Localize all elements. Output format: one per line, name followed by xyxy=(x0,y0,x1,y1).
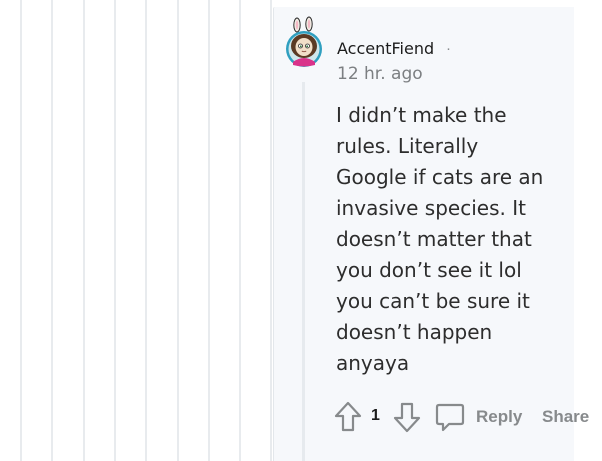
thread-indent-line[interactable] xyxy=(270,0,272,461)
downvote-arrow-icon[interactable] xyxy=(392,400,422,434)
comment-body-line: you can’t be sure it xyxy=(336,289,530,313)
comment-body-line: doesn’t happen xyxy=(336,320,493,344)
comment-body-line: anyaya xyxy=(336,351,410,375)
thread-indent-line[interactable] xyxy=(114,0,116,461)
avatar-icon[interactable] xyxy=(284,16,324,70)
comment-body-line: Google if cats are an xyxy=(336,165,544,189)
thread-indent-line[interactable] xyxy=(20,0,22,461)
comment-body-line: I didn’t make the xyxy=(336,103,507,127)
thread-indent-line[interactable] xyxy=(239,0,241,461)
thread-indent-line[interactable] xyxy=(51,0,53,461)
comment-timestamp[interactable]: 12 hr. ago xyxy=(337,64,423,84)
comment-body: I didn’t make the rules. Literally Googl… xyxy=(336,100,556,379)
comment-body-line: invasive species. It xyxy=(336,196,526,220)
comment-thread-page: AccentFiend · 12 hr. ago I didn’t make t… xyxy=(0,0,602,461)
thread-indent-line[interactable] xyxy=(145,0,147,461)
thread-indent-line[interactable] xyxy=(83,0,85,461)
reply-button[interactable]: Reply xyxy=(476,407,522,427)
thread-indent-line[interactable] xyxy=(177,0,179,461)
comment-action-bar: 1 Reply Share xyxy=(333,400,598,434)
share-button[interactable]: Share xyxy=(542,407,589,427)
thread-indent-line[interactable] xyxy=(208,0,210,461)
comment-author[interactable]: AccentFiend xyxy=(337,39,434,59)
vote-count: 1 xyxy=(371,407,380,424)
author-separator: · xyxy=(446,40,451,57)
comment-body-line: doesn’t matter that xyxy=(336,227,532,251)
comment-thread-line[interactable] xyxy=(302,82,305,461)
comment-body-line: you don’t see it lol xyxy=(336,258,522,282)
comment-bubble-icon[interactable] xyxy=(435,400,465,434)
comment-body-line: rules. Literally xyxy=(336,134,479,158)
upvote-arrow-icon[interactable] xyxy=(333,400,363,434)
